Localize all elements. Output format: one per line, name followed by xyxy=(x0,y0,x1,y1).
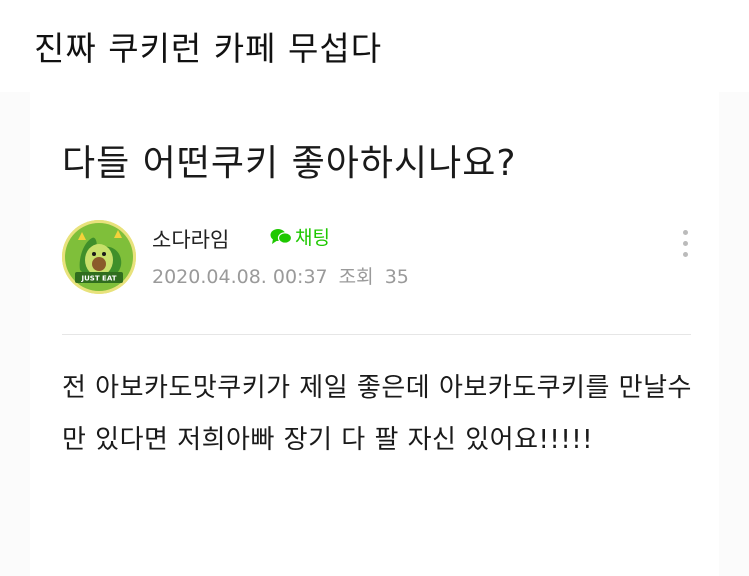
post-title: 다들 어떤쿠키 좋아하시나요? xyxy=(62,143,517,184)
chat-label: 채팅 xyxy=(295,227,330,249)
post-card: 다들 어떤쿠키 좋아하시나요? JUST EAT 소다라임 채팅 2020.04… xyxy=(30,92,719,576)
more-options-icon[interactable] xyxy=(678,230,692,264)
divider xyxy=(62,334,691,335)
author-avatar[interactable]: JUST EAT xyxy=(62,220,136,294)
speech-bubble-icon xyxy=(270,228,292,244)
author-name[interactable]: 소다라임 xyxy=(152,224,229,254)
post-date: 2020.04.08. 00:37 xyxy=(152,266,328,288)
mobile-screen: 다들 어떤쿠키 좋아하시나요? JUST EAT 소다라임 채팅 2020.04… xyxy=(0,92,749,576)
image-caption: 진짜 쿠키런 카페 무섭다 xyxy=(34,29,383,68)
post-meta: 2020.04.08. 00:37 조회 35 xyxy=(152,262,414,289)
chat-button[interactable]: 채팅 xyxy=(270,223,330,250)
views-label: 조회 xyxy=(338,266,374,288)
avatar-badge-text: JUST EAT xyxy=(81,275,117,283)
post-body: 전 아보카도맛쿠키가 제일 좋은데 아보카도쿠키를 만날수만 있다면 저희아빠 … xyxy=(62,373,692,455)
avocado-cookie-avatar-image: JUST EAT xyxy=(62,220,136,294)
views-count: 35 xyxy=(384,266,409,288)
